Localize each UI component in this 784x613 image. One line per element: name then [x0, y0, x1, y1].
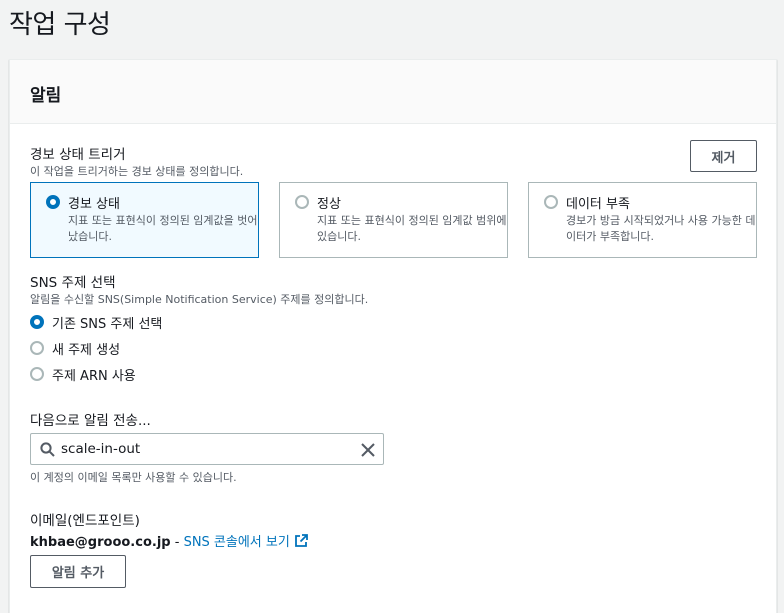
external-link-icon[interactable] — [294, 534, 308, 552]
search-icon — [40, 442, 55, 461]
sns-topic-label: SNS 주제 선택 — [30, 275, 116, 291]
alarm-trigger-label: 경보 상태 트리거 — [30, 147, 126, 163]
tile-description: 경보가 방금 시작되었거나 사용 가능한 데이터가 부족합니다. — [566, 214, 756, 243]
clear-icon[interactable] — [361, 442, 375, 461]
radio-ok[interactable] — [295, 195, 309, 209]
sns-console-link[interactable]: SNS 콘솔에서 보기 — [184, 535, 290, 550]
tile-description: 지표 또는 표현식이 정의된 임계값을 벗어났습니다. — [68, 214, 258, 243]
alarm-state-tile-insufficient-data[interactable]: 데이터 부족 경보가 방금 시작되었거나 사용 가능한 데이터가 부족합니다. — [528, 182, 757, 258]
email-separator: - — [170, 535, 184, 550]
radio-existing-topic[interactable] — [30, 315, 44, 329]
option-label: 기존 SNS 주제 선택 — [52, 317, 163, 332]
alarm-trigger-description: 이 작업을 트리거하는 경보 상태를 정의합니다. — [30, 165, 244, 178]
tile-label: 정상 — [317, 197, 341, 212]
tile-label: 경보 상태 — [68, 197, 120, 212]
option-label: 주제 ARN 사용 — [52, 369, 136, 384]
radio-topic-arn[interactable] — [30, 367, 44, 381]
email-endpoint-row: khbae@grooo.co.jp - SNS 콘솔에서 보기 — [30, 531, 308, 552]
notification-panel: 알림 경보 상태 트리거 이 작업을 트리거하는 경보 상태를 정의합니다. 제… — [9, 59, 777, 613]
option-label: 새 주제 생성 — [52, 343, 121, 358]
radio-insufficient-data[interactable] — [544, 195, 558, 209]
panel-header: 알림 — [10, 60, 776, 124]
panel-title: 알림 — [30, 86, 62, 106]
email-address: khbae@grooo.co.jp — [30, 535, 171, 550]
email-endpoint-label: 이메일(엔드포인트) — [30, 513, 140, 529]
send-to-hint: 이 계정의 이메일 목록만 사용할 수 있습니다. — [30, 471, 237, 484]
send-to-label: 다음으로 알림 전송... — [30, 413, 151, 429]
page-title: 작업 구성 — [9, 10, 111, 40]
radio-in-alarm[interactable] — [46, 195, 60, 209]
radio-new-topic[interactable] — [30, 341, 44, 355]
topic-search-input[interactable] — [61, 439, 341, 459]
topic-search-field[interactable] — [30, 433, 384, 465]
alarm-state-tile-ok[interactable]: 정상 지표 또는 표현식이 정의된 임계값 범위에 있습니다. — [279, 182, 508, 258]
sns-topic-description: 알림을 수신할 SNS(Simple Notification Service)… — [30, 293, 369, 306]
tile-label: 데이터 부족 — [566, 197, 630, 212]
alarm-state-tile-in-alarm[interactable]: 경보 상태 지표 또는 표현식이 정의된 임계값을 벗어났습니다. — [30, 182, 259, 258]
remove-button[interactable]: 제거 — [690, 140, 757, 172]
tile-description: 지표 또는 표현식이 정의된 임계값 범위에 있습니다. — [317, 214, 507, 243]
add-notification-button[interactable]: 알림 추가 — [30, 555, 126, 588]
